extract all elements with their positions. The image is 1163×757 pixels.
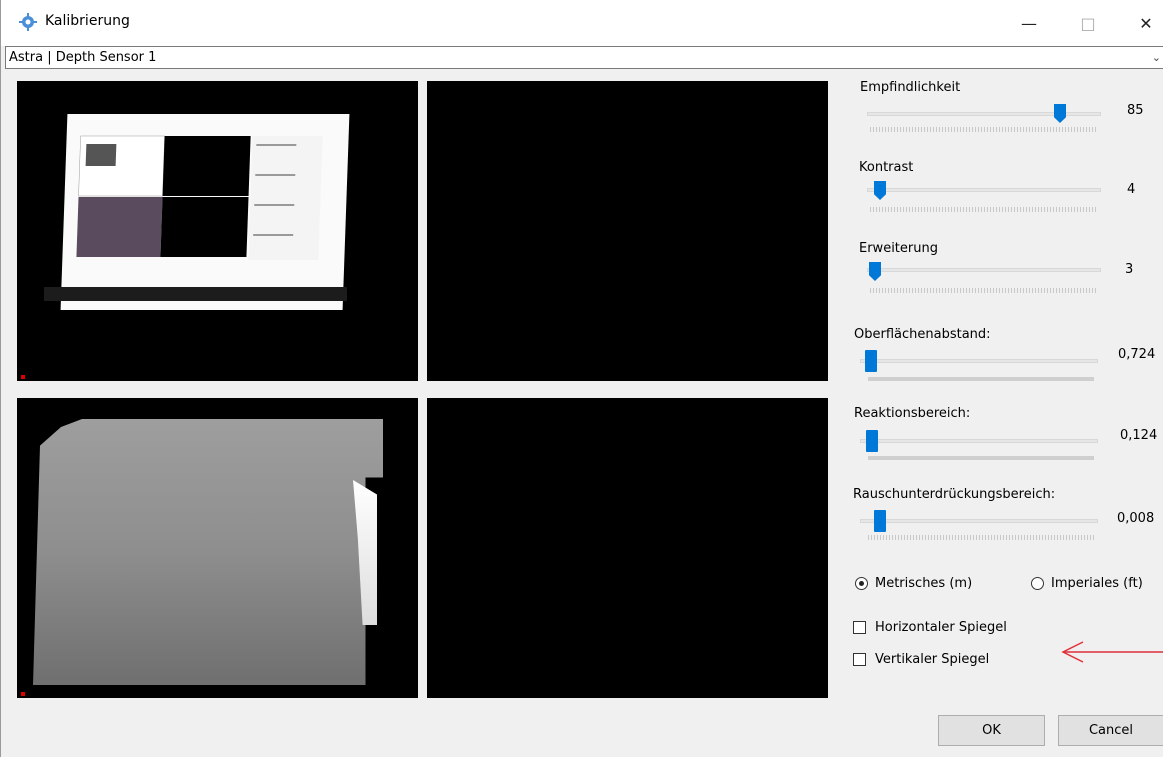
sensor-dropdown[interactable]: Astra | Depth Sensor 1 ⌄: [5, 46, 1163, 69]
imperial-radio[interactable]: Imperiales (ft): [1031, 576, 1143, 591]
camera-feed-taskbar-image: [44, 287, 347, 301]
noise-suppression-ticks: [868, 535, 1094, 540]
cancel-button[interactable]: Cancel: [1058, 715, 1163, 746]
slider-value-extension: 3: [1125, 262, 1134, 277]
imperial-radio-label: Imperiales (ft): [1051, 576, 1143, 591]
close-button[interactable]: ✕: [1123, 0, 1163, 46]
chevron-down-icon: ⌄: [1151, 51, 1161, 64]
metric-radio-label: Metrisches (m): [875, 576, 973, 591]
arrow-left-icon: [1061, 641, 1163, 663]
surface-distance-thumb[interactable]: [865, 350, 877, 372]
contrast-thumb[interactable]: [874, 181, 886, 200]
sensitivity-thumb[interactable]: [1054, 104, 1066, 123]
metric-radio-indicator: [855, 577, 868, 590]
vertical-mirror-checkbox[interactable]: Vertikaler Spiegel: [853, 652, 989, 667]
slider-value-contrast: 4: [1127, 182, 1136, 197]
reaction-range-track[interactable]: [860, 439, 1098, 443]
reaction-range-thumb[interactable]: [866, 430, 878, 452]
slider-label-sensitivity: Empfindlichkeit: [860, 80, 961, 95]
window-title: Kalibrierung: [45, 13, 130, 29]
calibration-window: Kalibrierung — □ ✕ Astra | Depth Sensor …: [0, 0, 1163, 757]
vertical-mirror-box: [853, 653, 866, 666]
sensitivity-ticks: [870, 127, 1098, 132]
horizontal-mirror-box: [853, 621, 866, 634]
horizontal-mirror-checkbox[interactable]: Horizontaler Spiegel: [853, 620, 1007, 635]
surface-distance-track[interactable]: [860, 359, 1098, 363]
processed-view: [427, 398, 828, 698]
extension-track[interactable]: [867, 268, 1101, 272]
extension-thumb[interactable]: [869, 262, 881, 281]
contrast-ticks: [870, 207, 1098, 212]
maximize-button[interactable]: □: [1065, 0, 1111, 46]
slider-label-extension: Erweiterung: [859, 241, 938, 256]
surface-distance-range: [868, 377, 1094, 381]
view-indicator: [21, 375, 25, 379]
ok-button[interactable]: OK: [938, 715, 1045, 746]
slider-label-reaction-range: Reaktionsbereich:: [854, 406, 971, 421]
sensor-dropdown-value: Astra | Depth Sensor 1: [9, 50, 157, 65]
minimize-button[interactable]: —: [1006, 0, 1052, 46]
extension-ticks: [870, 288, 1098, 293]
slider-value-reaction-range: 0,124: [1120, 428, 1158, 443]
metric-radio[interactable]: Metrisches (m): [855, 576, 972, 591]
slider-label-noise-suppression: Rauschunterdrückungsbereich:: [853, 487, 1056, 502]
view-indicator: [21, 692, 25, 696]
slider-value-sensitivity: 85: [1127, 103, 1144, 118]
imperial-radio-indicator: [1031, 577, 1044, 590]
horizontal-mirror-label: Horizontaler Spiegel: [875, 620, 1007, 635]
slider-value-noise-suppression: 0,008: [1117, 511, 1155, 526]
contrast-track[interactable]: [867, 188, 1101, 192]
slider-label-contrast: Kontrast: [859, 160, 914, 175]
infrared-view: [427, 81, 828, 381]
close-icon: ✕: [1139, 13, 1153, 33]
noise-suppression-thumb[interactable]: [874, 510, 886, 532]
slider-value-surface-distance: 0,724: [1118, 347, 1156, 362]
minimize-icon: —: [1021, 13, 1037, 33]
depth-map-surface: [33, 419, 383, 685]
camera-feed-screen-image: [60, 114, 350, 310]
camera-feed-content: [76, 135, 323, 260]
maximize-icon: □: [1080, 13, 1096, 33]
reaction-range-bar: [868, 456, 1094, 460]
gear-app-icon: [19, 13, 37, 31]
slider-label-surface-distance: Oberflächenabstand:: [854, 327, 991, 342]
title-bar[interactable]: Kalibrierung — □ ✕: [1, 0, 1163, 46]
vertical-mirror-label: Vertikaler Spiegel: [875, 652, 990, 667]
noise-suppression-track[interactable]: [860, 519, 1098, 523]
